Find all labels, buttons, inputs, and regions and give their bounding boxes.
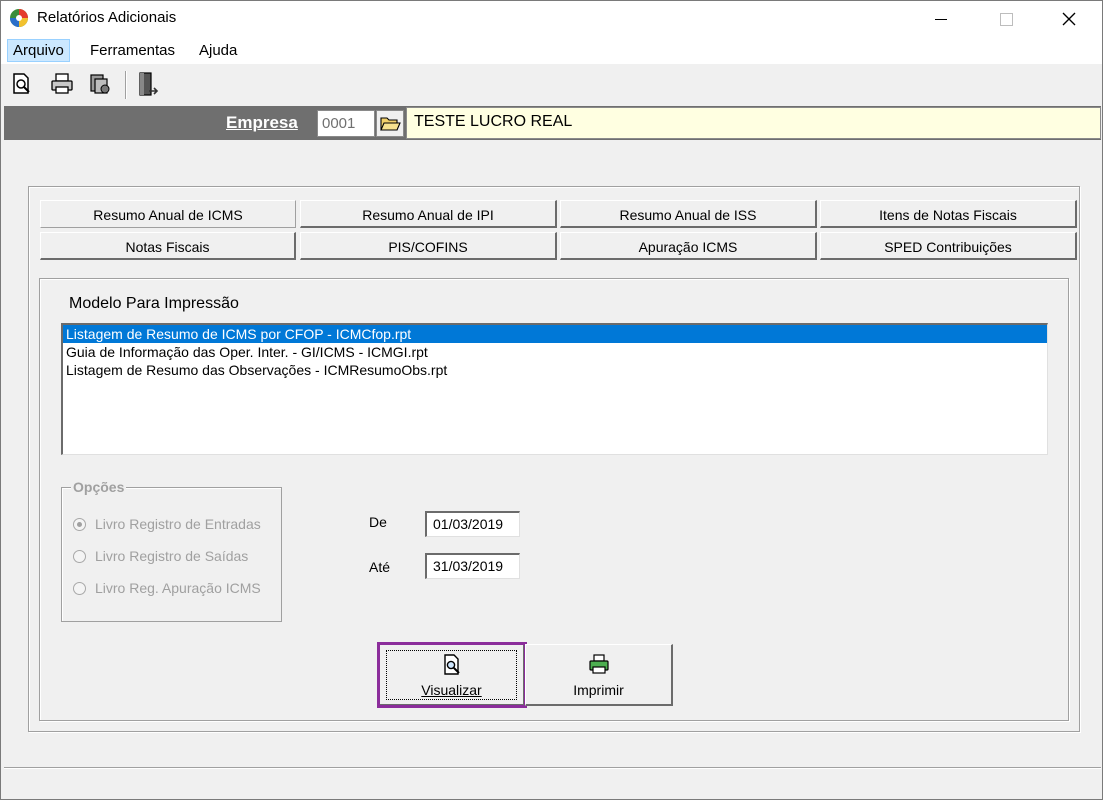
tab-itens-notas-fiscais[interactable]: Itens de Notas Fiscais [820, 200, 1077, 228]
menu-ajuda[interactable]: Ajuda [194, 39, 242, 62]
preview-icon [13, 73, 30, 94]
main-window: Relatórios Adicionais Arquivo Ferramenta… [0, 0, 1103, 800]
tab-resumo-anual-ipi[interactable]: Resumo Anual de IPI [300, 200, 557, 228]
app-icon [10, 9, 28, 27]
toolbar-print-button[interactable] [49, 71, 75, 97]
status-bar [4, 767, 1101, 795]
radio-button[interactable] [73, 518, 86, 531]
tab-apuracao-icms[interactable]: Apuração ICMS [560, 232, 817, 260]
empresa-browse-button[interactable] [376, 110, 404, 137]
toolbar-preview-button[interactable] [9, 71, 35, 97]
minimize-button[interactable] [918, 1, 964, 37]
preview-icon [443, 654, 460, 675]
radio-label: Livro Reg. Apuração ICMS [95, 580, 261, 596]
print-icon [51, 73, 73, 94]
title-bar: Relatórios Adicionais [1, 1, 1102, 37]
tab-pis-cofins[interactable]: PIS/COFINS [300, 232, 557, 260]
de-date-field[interactable]: 01/03/2019 [425, 511, 520, 537]
imprimir-button[interactable]: Imprimir [525, 644, 673, 706]
visualizar-label: Visualizar [421, 682, 482, 698]
print-icon [588, 654, 609, 674]
folder-open-icon [380, 117, 401, 131]
toolbar-exit-button[interactable] [135, 71, 161, 97]
modelo-listbox[interactable]: Listagem de Resumo de ICMS por CFOP - IC… [61, 323, 1048, 455]
tab-resumo-anual-iss[interactable]: Resumo Anual de ISS [560, 200, 817, 228]
empresa-bar: Empresa 0001 TESTE LUCRO REAL [4, 106, 1101, 140]
tab-resumo-anual-icms[interactable]: Resumo Anual de ICMS [40, 200, 296, 228]
imprimir-label: Imprimir [573, 682, 624, 698]
visualizar-button[interactable]: Visualizar [377, 642, 527, 708]
radio-label: Livro Registro de Saídas [95, 548, 249, 564]
toolbar [1, 65, 1102, 105]
empresa-code-field[interactable]: 0001 [317, 110, 375, 137]
modelo-label: Modelo Para Impressão [69, 295, 239, 312]
radio-label: Livro Registro de Entradas [95, 516, 261, 532]
tab-notas-fiscais[interactable]: Notas Fiscais [40, 232, 296, 260]
window-title: Relatórios Adicionais [37, 9, 177, 26]
tab-sped-contribuicoes[interactable]: SPED Contribuições [820, 232, 1077, 260]
close-icon [1062, 12, 1076, 26]
list-item[interactable]: Listagem de Resumo das Observações - ICM… [63, 361, 1047, 379]
list-item[interactable]: Listagem de Resumo de ICMS por CFOP - IC… [63, 325, 1047, 343]
ate-date-field[interactable]: 31/03/2019 [425, 553, 520, 579]
menu-ferramentas[interactable]: Ferramentas [85, 39, 180, 62]
opcoes-legend: Opções [71, 479, 127, 495]
toolbar-print-setup-button[interactable] [87, 71, 113, 97]
menu-bar: Arquivo Ferramentas Ajuda [1, 37, 1102, 64]
maximize-button[interactable] [982, 1, 1028, 37]
empresa-label: Empresa [226, 113, 298, 132]
print-setup-icon [90, 74, 110, 94]
exit-icon [139, 72, 159, 96]
radio-button[interactable] [73, 582, 86, 595]
toolbar-separator [125, 71, 127, 99]
list-item[interactable]: Guia de Informação das Oper. Inter. - GI… [63, 343, 1047, 361]
menu-arquivo[interactable]: Arquivo [7, 39, 70, 62]
de-label: De [369, 514, 387, 530]
empresa-name-field: TESTE LUCRO REAL [406, 107, 1101, 139]
radio-button[interactable] [73, 550, 86, 563]
ate-label: Até [369, 559, 391, 575]
close-button[interactable] [1046, 1, 1092, 37]
